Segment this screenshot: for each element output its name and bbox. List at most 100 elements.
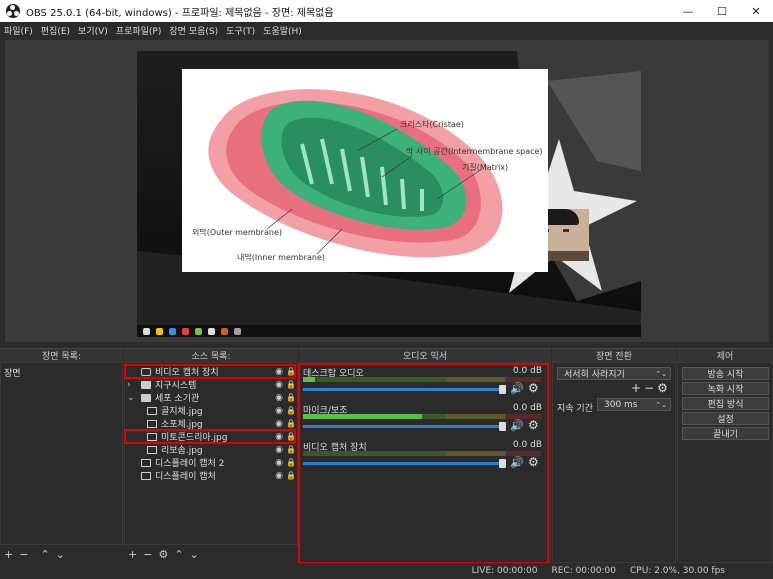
lock-icon[interactable]: 🔒 <box>285 380 297 389</box>
eye-icon[interactable]: ◉ <box>273 419 285 429</box>
highlight-box <box>124 429 296 444</box>
label-cristae: 크리스타(Cristae) <box>400 120 464 129</box>
controls-dock: 방송 시작 녹화 시작 편집 방식 설정 끝내기 <box>677 362 773 563</box>
chevron-down-icon: ⌃⌄ <box>655 369 667 378</box>
mixer-dock-title: 오디오 믹서 <box>299 348 551 362</box>
remove-source-icon[interactable]: − <box>143 548 152 561</box>
studio-mode-button[interactable]: 편집 방식 <box>682 397 769 410</box>
transition-select[interactable]: 서서히 사라지기 ⌃⌄ <box>557 367 671 380</box>
expand-arrow-icon[interactable]: ⌄ <box>127 393 135 403</box>
lock-icon[interactable]: 🔒 <box>285 471 297 480</box>
source-item[interactable]: ⌄ 세포 소기관 ◉ 🔒 <box>125 391 297 405</box>
eye-icon[interactable]: ◉ <box>273 393 285 403</box>
mitochondria-slide: 크리스타(Cristae) 막 사이 공간(Intermembrane spac… <box>182 69 548 272</box>
scenes-dock: 장면 <box>0 362 123 545</box>
source-item-label: 지구시스템 <box>155 381 197 391</box>
folder-icon <box>141 380 151 389</box>
transitions-dock: 서서히 사라지기 ⌃⌄ + − ⚙ 지속 기간 300 ms ⌃⌄ <box>552 362 676 563</box>
scenes-toolbar: + − ⌃ ⌄ <box>0 545 123 563</box>
highlight-box <box>124 364 296 379</box>
label-inner-membrane: 내막(Inner membrane) <box>237 253 325 262</box>
folder-icon <box>141 393 151 402</box>
add-source-icon[interactable]: + <box>128 548 137 561</box>
window-title: OBS 25.0.1 (64-bit, windows) - 프로파일: 제목없… <box>26 7 334 19</box>
eye-icon[interactable]: ◉ <box>273 445 285 455</box>
lock-icon[interactable]: 🔒 <box>285 419 297 428</box>
duration-field[interactable]: 300 ms ⌃⌄ <box>597 398 671 411</box>
menu-help[interactable]: 도움말(H) <box>263 24 302 37</box>
move-up-icon[interactable]: ⌃ <box>174 548 183 561</box>
cpu-status: CPU: 2.0%, 30.00 fps <box>630 566 725 576</box>
status-bar: LIVE: 00:00:00 REC: 00:00:00 CPU: 2.0%, … <box>0 563 773 579</box>
image-icon <box>147 419 157 428</box>
duration-label: 지속 기간 <box>557 404 593 414</box>
label-matrix: 기질(Matrix) <box>462 163 509 172</box>
live-status: LIVE: 00:00:00 <box>471 566 538 576</box>
source-item-label: 세포 소기관 <box>155 394 200 404</box>
menu-scene-collection[interactable]: 장면 모음(S) <box>169 24 218 37</box>
menu-profile[interactable]: 프로파일(P) <box>116 24 162 37</box>
sources-dock: 비디오 캡처 장치 ◉ 🔒 › 지구시스템 ◉ 🔒 ⌄ 세포 소기관 ◉ 🔒 골지체.jpg ◉ 🔒 소포체… <box>124 362 298 545</box>
menu-tools[interactable]: 도구(T) <box>226 24 255 37</box>
move-down-icon[interactable]: ⌄ <box>190 548 199 561</box>
source-item[interactable]: 디스플레이 캡처 2 ◉ 🔒 <box>125 456 297 469</box>
minimize-button[interactable]: — <box>671 0 705 22</box>
source-item-label: 골지체.jpg <box>161 407 203 417</box>
source-item-label: 디스플레이 캡처 2 <box>155 459 225 469</box>
rec-status: REC: 00:00:00 <box>551 566 617 576</box>
monitor-icon <box>141 458 151 467</box>
lock-icon[interactable]: 🔒 <box>285 406 297 415</box>
move-up-icon[interactable]: ⌃ <box>40 548 49 561</box>
scenes-dock-title: 장면 목록: <box>0 348 123 362</box>
preview-canvas[interactable]: 크리스타(Cristae) 막 사이 공간(Intermembrane spac… <box>137 51 641 337</box>
title-bar: OBS 25.0.1 (64-bit, windows) - 프로파일: 제목없… <box>0 0 773 22</box>
move-down-icon[interactable]: ⌄ <box>56 548 65 561</box>
source-item[interactable]: 디스플레이 캡처 ◉ 🔒 <box>125 469 297 482</box>
highlight-box <box>298 363 549 564</box>
maximize-button[interactable]: ☐ <box>705 0 739 22</box>
start-streaming-button[interactable]: 방송 시작 <box>682 367 769 380</box>
remove-transition-icon[interactable]: − <box>644 381 654 395</box>
preview-area[interactable]: 크리스타(Cristae) 막 사이 공간(Intermembrane spac… <box>5 40 769 342</box>
lock-icon[interactable]: 🔒 <box>285 445 297 454</box>
add-scene-icon[interactable]: + <box>4 548 13 561</box>
transition-toolbar: + − ⚙ <box>631 381 668 395</box>
remove-scene-icon[interactable]: − <box>19 548 28 561</box>
menu-edit[interactable]: 편집(E) <box>41 24 70 37</box>
add-transition-icon[interactable]: + <box>631 381 641 395</box>
obs-logo-icon <box>6 4 20 18</box>
mixer-dock: 데스크탑 오디오 0.0 dB 🔊 ⚙ 마이크/보조 0.0 dB 🔊 ⚙ 비디오 캡처 장치 0… <box>298 362 551 564</box>
eye-icon[interactable]: ◉ <box>273 458 285 468</box>
menu-view[interactable]: 보기(V) <box>78 24 108 37</box>
close-button[interactable]: ✕ <box>739 0 773 22</box>
exit-button[interactable]: 끝내기 <box>682 427 769 440</box>
gear-icon[interactable]: ⚙ <box>158 548 168 561</box>
monitor-icon <box>141 471 151 480</box>
menu-bar: 파일(F) 편집(E) 보기(V) 프로파일(P) 장면 모음(S) 도구(T)… <box>0 22 773 39</box>
eye-icon[interactable]: ◉ <box>273 471 285 481</box>
source-item[interactable]: 골지체.jpg ◉ 🔒 <box>125 404 297 417</box>
sources-toolbar: + − ⚙ ⌃ ⌄ <box>124 545 298 563</box>
label-outer-membrane: 외막(Outer membrane) <box>192 228 282 237</box>
gear-icon[interactable]: ⚙ <box>657 381 668 395</box>
expand-arrow-icon[interactable]: › <box>127 380 135 390</box>
transitions-dock-title: 장면 전환 <box>552 348 676 362</box>
controls-dock-title: 제어 <box>677 348 773 362</box>
eye-icon[interactable]: ◉ <box>273 380 285 390</box>
image-icon <box>147 445 157 454</box>
lock-icon[interactable]: 🔒 <box>285 458 297 467</box>
image-icon <box>147 406 157 415</box>
sources-dock-title: 소스 목록: <box>124 348 298 362</box>
stepper-icon[interactable]: ⌃⌄ <box>655 401 670 409</box>
source-item[interactable]: › 지구시스템 ◉ 🔒 <box>125 378 297 392</box>
source-item-label: 디스플레이 캡처 <box>155 472 216 482</box>
eye-icon[interactable]: ◉ <box>273 406 285 416</box>
settings-button[interactable]: 설정 <box>682 412 769 425</box>
start-recording-button[interactable]: 녹화 시작 <box>682 382 769 395</box>
label-intermembrane: 막 사이 공간(Intermembrane space) <box>406 147 543 156</box>
lock-icon[interactable]: 🔒 <box>285 393 297 402</box>
preview-taskbar <box>137 325 641 337</box>
source-item[interactable]: 리보솜.jpg ◉ 🔒 <box>125 443 297 456</box>
scene-item[interactable]: 장면 <box>4 366 21 379</box>
menu-file[interactable]: 파일(F) <box>4 24 33 37</box>
